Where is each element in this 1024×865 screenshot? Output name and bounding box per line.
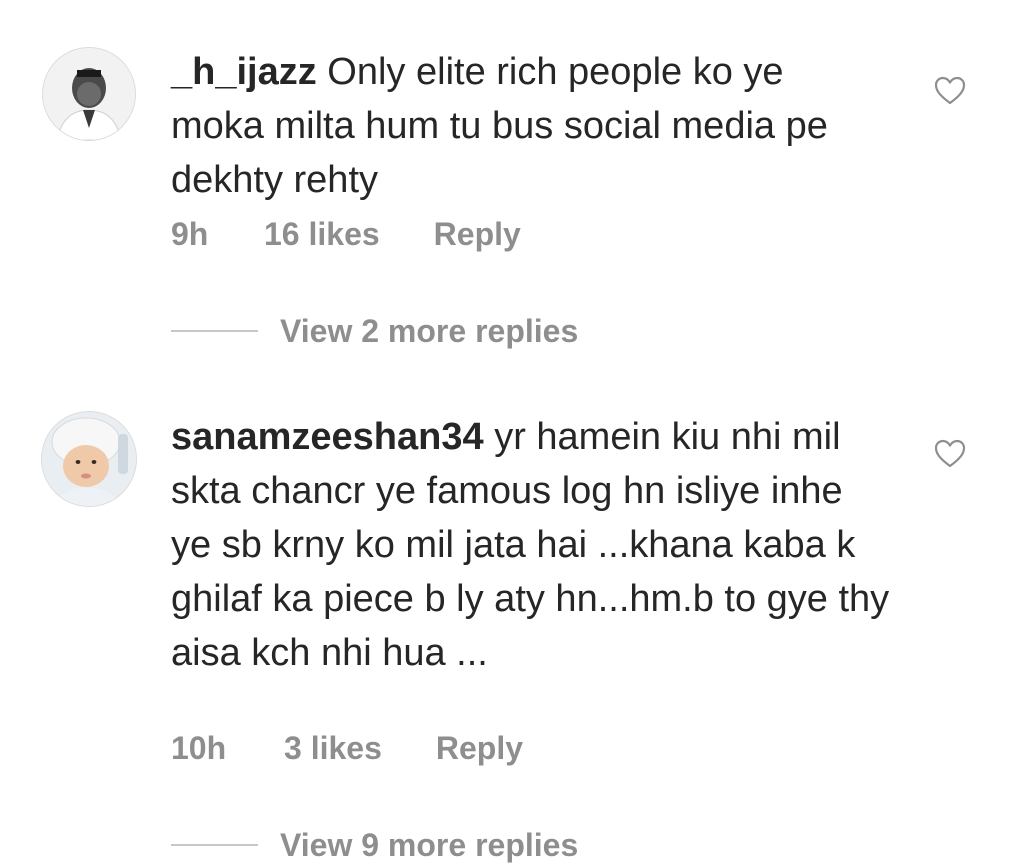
comment-username[interactable]: sanamzeeshan34: [171, 416, 484, 458]
comment-likes-count[interactable]: 16 likes: [264, 216, 380, 253]
comment-item: _h_ijazz Only elite rich people ko ye mo…: [0, 0, 1024, 380]
user-avatar[interactable]: [42, 47, 136, 141]
like-heart-icon[interactable]: [934, 76, 966, 106]
replies-divider-line: [171, 844, 258, 846]
comment-likes-count[interactable]: 3 likes: [284, 730, 382, 767]
comment-timestamp: 10h: [171, 729, 227, 766]
avatar-photo-icon: [43, 48, 135, 140]
comment-item: sanamzeeshan34 yr hamein kiu nhi mil skt…: [0, 380, 1024, 863]
reply-button[interactable]: Reply: [436, 730, 523, 767]
comment-body: sanamzeeshan34 yr hamein kiu nhi mil skt…: [171, 410, 891, 680]
view-replies-button[interactable]: View 9 more replies: [171, 825, 578, 865]
comment-username[interactable]: _h_ijazz: [171, 51, 317, 93]
user-avatar[interactable]: [41, 411, 137, 507]
comment-body: _h_ijazz Only elite rich people ko ye mo…: [171, 45, 871, 207]
view-replies-button[interactable]: View 2 more replies: [171, 311, 578, 351]
reply-button[interactable]: Reply: [434, 216, 521, 253]
comment-meta: 10h 3 likes Reply: [171, 728, 523, 768]
comment-meta: 9h 16 likes Reply: [171, 214, 521, 254]
avatar-photo-icon: [42, 412, 136, 506]
comment-timestamp: 9h: [171, 215, 209, 252]
view-replies-label[interactable]: View 2 more replies: [280, 313, 578, 350]
like-heart-icon[interactable]: [934, 439, 966, 469]
replies-divider-line: [171, 330, 258, 332]
view-replies-label[interactable]: View 9 more replies: [280, 827, 578, 864]
